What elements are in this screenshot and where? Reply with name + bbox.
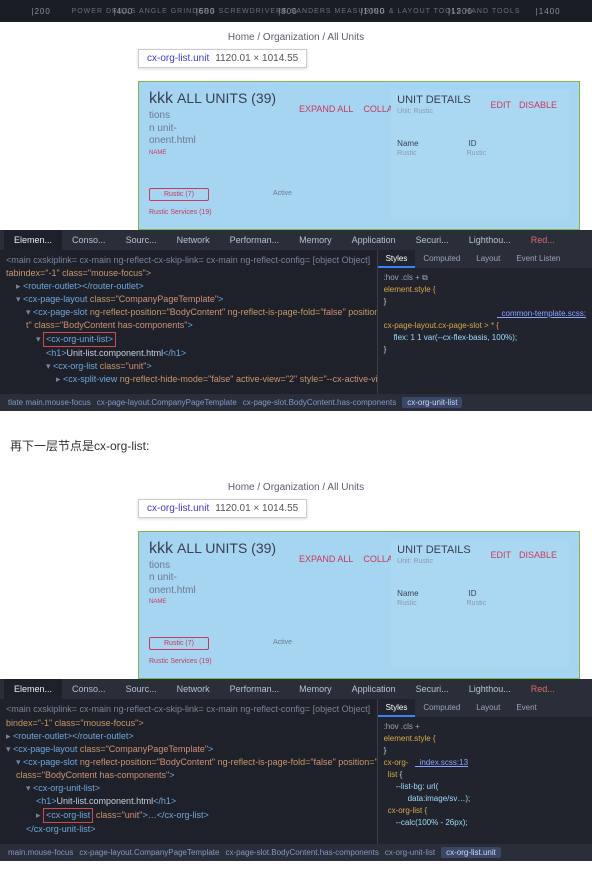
tab-application[interactable]: Application (342, 679, 406, 699)
styles-toolbar[interactable]: :hov .cls + ⧉ (384, 272, 586, 284)
breadcrumb[interactable]: Home / Organization / All Units (0, 22, 592, 49)
tooltip-dims: 1120.01 × 1014.55 (215, 503, 298, 514)
tab-lighthouse[interactable]: Lighthou... (459, 230, 521, 250)
tab-memory[interactable]: Memory (289, 679, 342, 699)
styles-tab[interactable]: Styles (378, 250, 416, 268)
tab-redux[interactable]: Red... (521, 230, 565, 250)
tooltip-selector: cx-org-list.unit (147, 53, 209, 64)
elements-tree[interactable]: <main cxskiplink= cx-main ng-reflect-cx-… (0, 699, 377, 843)
tab-application[interactable]: Application (342, 230, 406, 250)
status-active: Active (269, 637, 296, 650)
tab-redux[interactable]: Red... (521, 679, 565, 699)
bg-text-html: html (338, 49, 372, 70)
all-units-title: ALL UNITS (39) (177, 540, 276, 556)
screenshot-2: Home / Organization / All Units html cx-… (0, 472, 592, 861)
tab-console[interactable]: Conso... (62, 230, 116, 250)
unit-row-pill[interactable]: Rustic (7) (149, 637, 209, 650)
kkk-text: kkk (149, 90, 173, 108)
styles-tab[interactable]: Styles (378, 699, 416, 717)
unit-row-pill[interactable]: Rustic (7) (149, 188, 209, 201)
layout-tab[interactable]: Layout (468, 250, 508, 268)
tab-performance[interactable]: Performan... (220, 230, 290, 250)
inspect-tooltip: cx-org-list.unit 1120.01 × 1014.55 (138, 49, 307, 68)
path-chip-selected: cx-org-unit-list (402, 397, 462, 408)
tab-security[interactable]: Securi... (406, 230, 459, 250)
tooltip-dims: 1120.01 × 1014.55 (215, 53, 298, 64)
unit-row-link[interactable]: Rustic Services (19) (149, 209, 212, 216)
inspect-tooltip: cx-org-list.unit 1120.01 × 1014.55 (138, 499, 307, 518)
tab-network[interactable]: Network (167, 230, 220, 250)
tooltip-selector: cx-org-list.unit (147, 503, 209, 514)
tab-memory[interactable]: Memory (289, 230, 342, 250)
expand-all-button[interactable]: EXPAND ALL (299, 554, 353, 564)
devtools-panel: Elemen... Conso... Sourc... Network Perf… (0, 679, 592, 860)
tab-elements[interactable]: Elemen... (4, 679, 62, 699)
styles-pane: Styles Computed Layout Event Listen :hov… (377, 250, 592, 394)
tab-sources[interactable]: Sourc... (116, 230, 167, 250)
computed-tab[interactable]: Computed (415, 250, 468, 268)
inspect-highlight: kkk ALL UNITS (39) tions n unit- onent.h… (138, 81, 580, 230)
details-name-header: Name (397, 139, 418, 148)
name-label: NAME (149, 150, 381, 156)
screenshot-1: |200|400 |600|800 |1000|1200 |1400 POWER… (0, 0, 592, 411)
details-id-header: ID (469, 139, 477, 148)
devtools-tabs: Elemen... Conso... Sourc... Network Perf… (0, 230, 592, 250)
disable-button[interactable]: DISABLE (519, 100, 557, 110)
elements-tree[interactable]: <main cxskiplink= cx-main ng-reflect-cx-… (0, 250, 377, 394)
devtools-panel: Elemen... Conso... Sourc... Network Perf… (0, 230, 592, 411)
breadcrumb[interactable]: Home / Organization / All Units (0, 472, 592, 499)
selected-node-cx-org-list[interactable]: <cx-org-list (43, 808, 93, 823)
status-active: Active (269, 188, 296, 201)
breadcrumb-path[interactable]: tlate main.mouse-focus cx-page-layout.Co… (0, 394, 592, 411)
selected-node-cx-org-unit-list[interactable]: <cx-org-unit-list> (43, 332, 116, 347)
caption-text: 再下一层节点是cx-org-list: (10, 437, 592, 454)
bg-text-html: html (338, 499, 372, 520)
tab-elements[interactable]: Elemen... (4, 230, 62, 250)
tab-console[interactable]: Conso... (62, 679, 116, 699)
edit-button[interactable]: EDIT (490, 100, 511, 110)
edit-button[interactable]: EDIT (490, 550, 511, 560)
computed-tab[interactable]: Computed (415, 699, 468, 717)
expand-all-button[interactable]: EXPAND ALL (299, 104, 353, 114)
tab-lighthouse[interactable]: Lighthou... (459, 679, 521, 699)
source-link[interactable]: _common-template.scss: (497, 309, 586, 318)
disable-button[interactable]: DISABLE (519, 550, 557, 560)
details-name-value: Rustic (397, 150, 416, 157)
tab-sources[interactable]: Sourc... (116, 679, 167, 699)
details-id-value: Rustic (467, 150, 486, 157)
tab-performance[interactable]: Performan... (220, 679, 290, 699)
unit-row-link[interactable]: Rustic Services (19) (149, 658, 212, 665)
path-chip-selected: cx-org-list.unit (441, 847, 501, 858)
tab-network[interactable]: Network (167, 679, 220, 699)
layout-tab[interactable]: Layout (468, 699, 508, 717)
all-units-title: ALL UNITS (39) (177, 90, 276, 106)
tab-security[interactable]: Securi... (406, 679, 459, 699)
page-area: Home / Organization / All Units html cx-… (0, 22, 592, 230)
breadcrumb-path[interactable]: main.mouse-focus cx-page-layout.CompanyP… (0, 844, 592, 861)
event-tab[interactable]: Event Listen (508, 250, 568, 268)
inspect-highlight: kkk ALL UNITS (39) tions n unit- onent.h… (138, 531, 580, 680)
ruler-bar: |200|400 |600|800 |1000|1200 |1400 POWER… (0, 0, 592, 22)
source-link[interactable]: _index.scss:13 (415, 758, 468, 767)
event-tab[interactable]: Event (508, 699, 544, 717)
kkk-text: kkk (149, 540, 173, 558)
